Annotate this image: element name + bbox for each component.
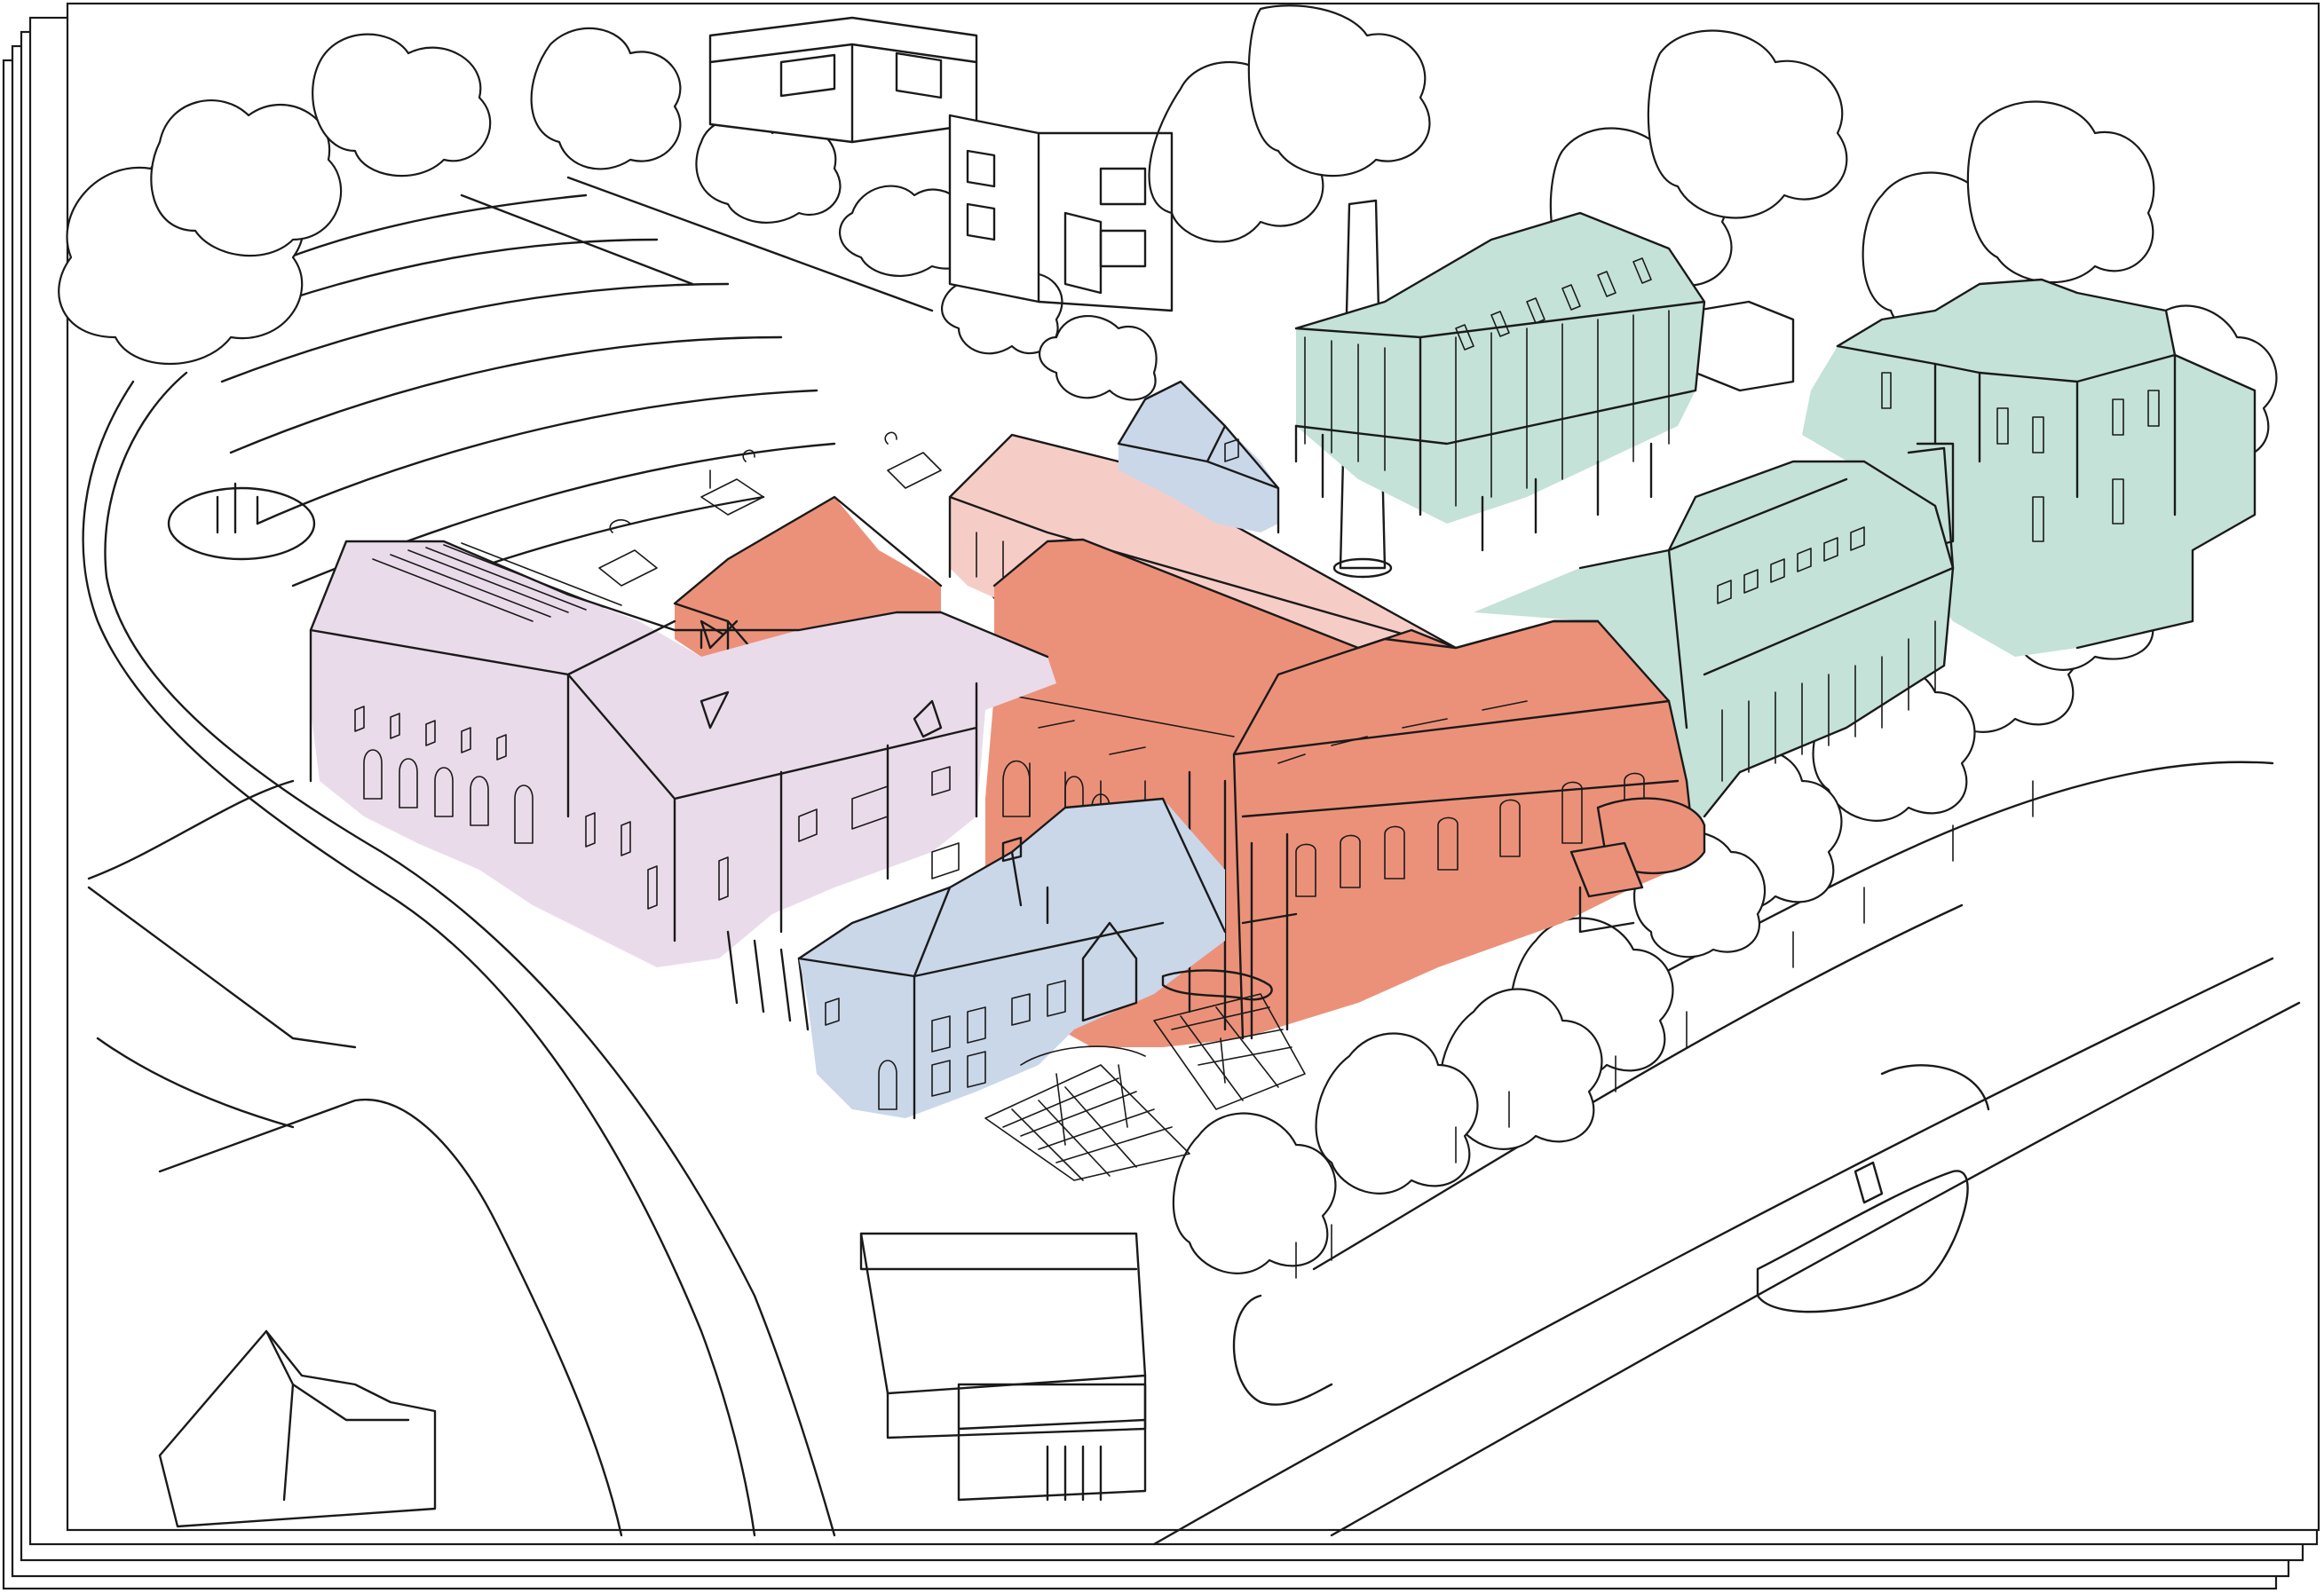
sheet-stack — [0, 0, 2324, 1593]
site-sketch — [2, 2, 2320, 1590]
